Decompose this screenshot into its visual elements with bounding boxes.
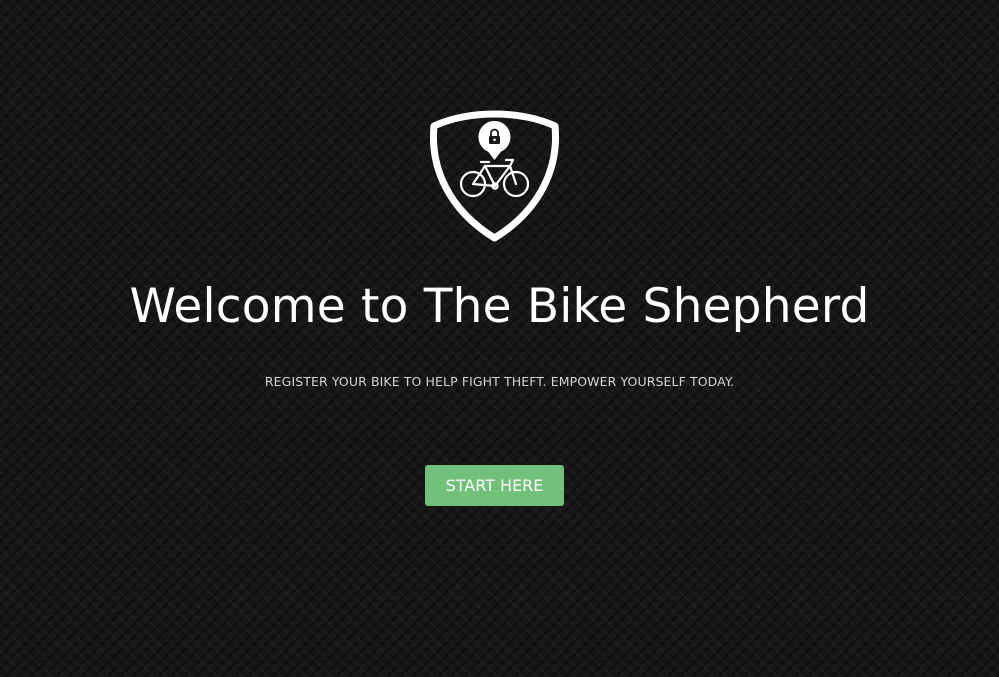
start-here-button[interactable]: START HERE bbox=[425, 465, 564, 506]
bike-shield-lock-icon bbox=[428, 108, 561, 244]
page-title: Welcome to The Bike Shepherd bbox=[129, 279, 870, 334]
hero-section: Welcome to The Bike Shepherd REGISTER YO… bbox=[0, 0, 999, 677]
tagline: REGISTER YOUR BIKE TO HELP FIGHT THEFT. … bbox=[264, 374, 735, 389]
